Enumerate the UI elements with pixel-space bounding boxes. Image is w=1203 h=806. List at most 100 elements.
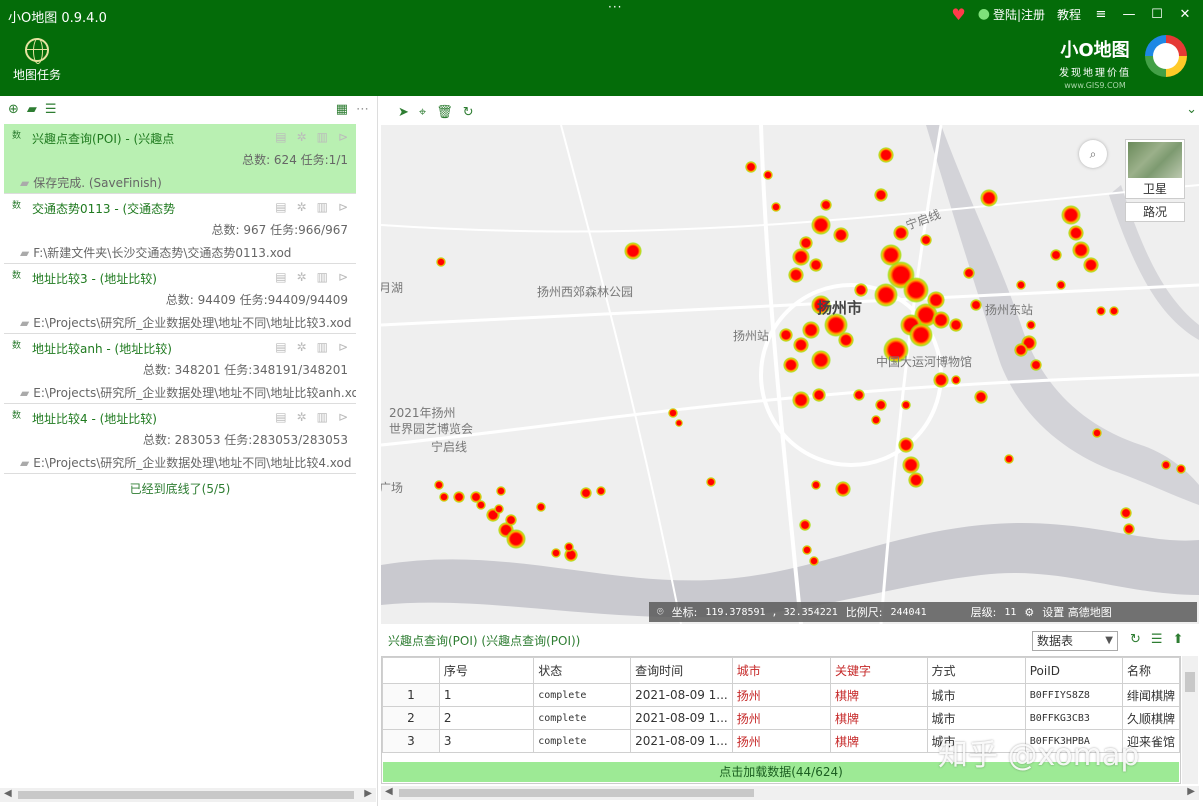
menu-icon[interactable]: ≡ xyxy=(1093,7,1109,22)
minimize-button[interactable]: — xyxy=(1121,7,1137,22)
settings-icon[interactable]: ✲ xyxy=(297,270,307,284)
play-icon[interactable]: ⊳ xyxy=(338,130,348,144)
scrollbar-thumb[interactable] xyxy=(1185,672,1195,692)
task-title: 交通态势0113 - (交通态势 xyxy=(32,202,176,216)
view-select[interactable]: 数据表 ▼ xyxy=(1032,631,1118,651)
task-counts: 总数: 94409 任务:94409/94409 xyxy=(165,293,348,307)
table-hscrollbar[interactable]: ◀ ▶ xyxy=(381,786,1199,800)
save-icon[interactable]: ▤ xyxy=(275,200,286,214)
export-icon[interactable]: ⬆ xyxy=(1173,632,1184,647)
folder-icon: ▰ xyxy=(20,316,30,330)
refresh-icon[interactable]: ↻ xyxy=(463,105,474,120)
task-item[interactable]: 数地址比较3 - (地址比较) ▤ ✲ ▥ ⊳ 总数: 94409 任务:94409/94… xyxy=(4,264,356,334)
row-index: 3 xyxy=(382,729,440,753)
task-item[interactable]: 数地址比较4 - (地址比较) ▤ ✲ ▥ ⊳ 总数: 283053 任务:283053/… xyxy=(4,404,356,474)
heat-spot xyxy=(1120,507,1132,519)
task-item[interactable]: 数兴趣点查询(POI) - (兴趣点 ▤ ✲ ▥ ⊳ 总数: 624 任务:1/1 ▰ 保存完… xyxy=(4,124,356,194)
tutorial-link[interactable]: 教程 xyxy=(1057,6,1081,23)
settings-icon[interactable]: ✲ xyxy=(297,200,307,214)
save-icon[interactable]: ▤ xyxy=(275,340,286,354)
map-settings-link[interactable]: 设置 高德地图 xyxy=(1042,604,1112,620)
folder-icon: ▰ xyxy=(20,386,30,400)
chart-icon[interactable]: ▥ xyxy=(317,130,328,144)
table-row[interactable]: 1 1 complete 2021-08-09 1... 扬州 棋牌 城市 B0FFIYS8Z… xyxy=(382,683,1180,707)
column-header[interactable]: 方式 xyxy=(926,657,1026,684)
close-button[interactable]: ✕ xyxy=(1177,7,1193,22)
table-cell-mode: 城市 xyxy=(926,683,1026,707)
settings-icon[interactable]: ⚙ xyxy=(1024,606,1034,619)
table-cell-status: complete xyxy=(533,683,632,707)
table-cell-time: 2021-08-09 1... xyxy=(630,729,733,753)
heat-spot xyxy=(833,227,849,243)
list-icon[interactable]: ☰ xyxy=(1151,632,1163,647)
column-header[interactable]: 序号 xyxy=(438,657,535,684)
column-header[interactable]: 关键字 xyxy=(829,657,928,684)
task-list-scrollbar[interactable]: ◀ ▶ xyxy=(0,788,376,802)
scroll-left-icon[interactable]: ◀ xyxy=(385,786,393,797)
traffic-toggle[interactable]: 路况 xyxy=(1125,202,1185,222)
map-view[interactable]: 扬州市 扬州西郊森林公园 月湖 扬州站 扬州东站 中国大运河博物馆 2021年扬… xyxy=(381,125,1199,624)
save-icon[interactable]: ▤ xyxy=(275,130,286,144)
column-header[interactable]: PoiID xyxy=(1024,657,1123,684)
heat-spot xyxy=(1004,454,1014,464)
map-task-button[interactable]: 地图任务 xyxy=(8,38,66,83)
heat-spot xyxy=(932,311,950,329)
table-cell-seq: 1 xyxy=(438,683,535,707)
scroll-right-icon[interactable]: ▶ xyxy=(364,788,372,799)
open-folder-icon[interactable]: ▰ xyxy=(27,102,37,117)
new-task-icon[interactable]: ⊕ xyxy=(8,102,19,117)
list-icon[interactable]: ☰ xyxy=(45,102,57,117)
column-header[interactable]: 状态 xyxy=(533,657,632,684)
save-icon[interactable]: ▤ xyxy=(275,410,286,424)
play-icon[interactable]: ⊳ xyxy=(338,410,348,424)
scale-label: 比例尺: xyxy=(845,606,883,619)
heart-icon[interactable]: ♥ xyxy=(951,5,965,24)
task-path: F:\新建文件夹\长沙交通态势\交通态势0113.xod xyxy=(33,246,292,260)
column-header[interactable]: 名称 xyxy=(1121,657,1180,684)
chart-icon[interactable]: ▥ xyxy=(317,340,328,354)
task-item[interactable]: 数地址比较anh - (地址比较) ▤ ✲ ▥ ⊳ 总数: 348201 任务:34819… xyxy=(4,334,356,404)
more-icon[interactable]: ⋯ xyxy=(356,102,369,117)
satellite-toggle[interactable]: 卫星 xyxy=(1125,139,1185,199)
pointer-icon[interactable]: ➤ xyxy=(398,105,409,120)
heat-spot xyxy=(949,318,963,332)
table-cell-time: 2021-08-09 1... xyxy=(630,706,733,730)
play-icon[interactable]: ⊳ xyxy=(338,340,348,354)
heat-spot xyxy=(1109,306,1119,316)
play-icon[interactable]: ⊳ xyxy=(338,270,348,284)
app-title: 小O地图 0.9.4.0 xyxy=(8,11,107,26)
trash-icon[interactable]: 🗑 xyxy=(436,105,453,120)
scrollbar-thumb[interactable] xyxy=(399,789,754,797)
chart-icon[interactable]: ▥ xyxy=(317,200,328,214)
scrollbar-thumb[interactable] xyxy=(18,791,354,799)
table-vscrollbar[interactable] xyxy=(1182,656,1198,784)
settings-icon[interactable]: ✲ xyxy=(297,130,307,144)
table-cell-keyword: 棋牌 xyxy=(829,706,928,730)
login-link[interactable]: ● 登陆|注册 xyxy=(978,6,1045,23)
column-header[interactable]: 查询时间 xyxy=(630,657,733,684)
data-tag: 数 xyxy=(12,201,22,211)
grid-view-icon[interactable]: ▦ xyxy=(336,102,348,117)
scroll-right-icon[interactable]: ▶ xyxy=(1187,786,1195,797)
chart-icon[interactable]: ▥ xyxy=(317,270,328,284)
marker-icon[interactable]: ⌖ xyxy=(419,105,426,120)
heat-spot xyxy=(564,542,574,552)
scroll-left-icon[interactable]: ◀ xyxy=(4,788,12,799)
heat-spot xyxy=(1016,280,1026,290)
settings-icon[interactable]: ✲ xyxy=(297,410,307,424)
settings-icon[interactable]: ✲ xyxy=(297,340,307,354)
play-icon[interactable]: ⊳ xyxy=(338,200,348,214)
save-icon[interactable]: ▤ xyxy=(275,270,286,284)
map-search-button[interactable]: ⌕ xyxy=(1079,140,1107,168)
search-icon: ⌕ xyxy=(1089,147,1097,161)
chevron-down-icon[interactable]: ⌄ xyxy=(1186,102,1197,117)
column-header[interactable]: 城市 xyxy=(731,657,831,684)
table-row[interactable]: 2 2 complete 2021-08-09 1... 扬州 棋牌 城市 B0FFKG3CB… xyxy=(382,706,1180,730)
maximize-button[interactable]: ☐ xyxy=(1149,7,1165,22)
map-label-expo: 2021年扬州 xyxy=(389,406,456,420)
task-item[interactable]: 数交通态势0113 - (交通态势 ▤ ✲ ▥ ⊳ 总数: 967 任务:966/967 ▰… xyxy=(4,194,356,264)
column-header-index xyxy=(382,657,440,684)
chart-icon[interactable]: ▥ xyxy=(317,410,328,424)
drag-handle[interactable]: ··· xyxy=(608,0,622,14)
reload-icon[interactable]: ↻ xyxy=(1130,632,1141,647)
